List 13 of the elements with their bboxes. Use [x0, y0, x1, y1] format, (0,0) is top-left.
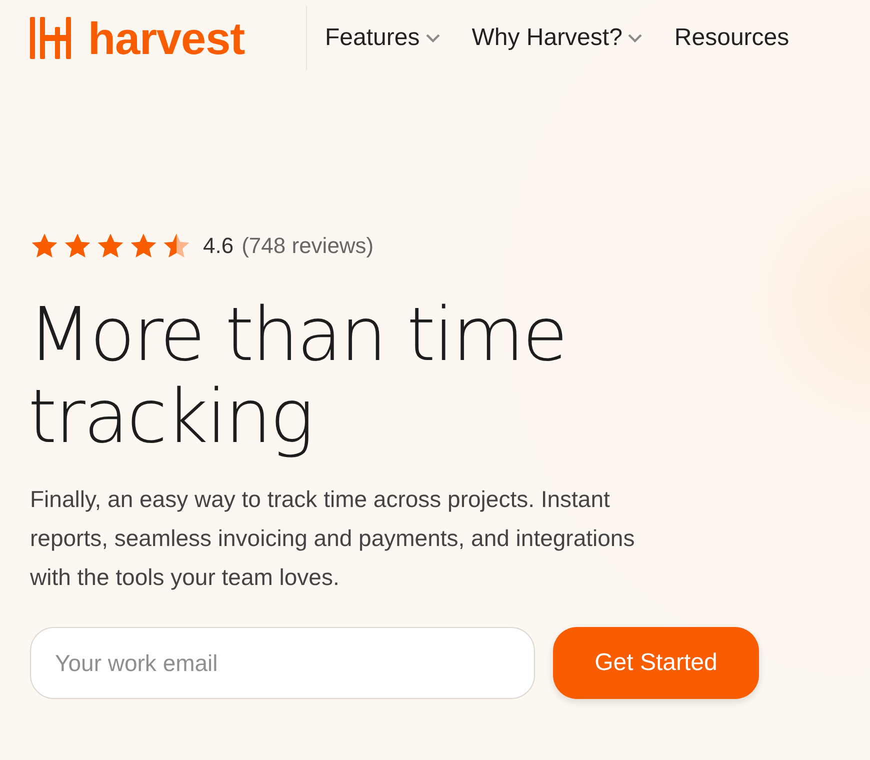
- nav-link[interactable]: Features: [325, 24, 442, 52]
- nav-link[interactable]: Resources: [674, 24, 790, 52]
- star-icon: [162, 232, 191, 260]
- review-count: (748 reviews): [242, 233, 374, 259]
- star-icon: [96, 232, 125, 260]
- hero-title: More than time tracking: [28, 294, 567, 458]
- star-icon: [63, 232, 92, 260]
- hero-description: Finally, an easy way to track time across projects. Instant reports, seamless invoicing and payments, and integrations with the tools your team loves.: [30, 485, 636, 592]
- nav-link[interactable]: Why Harvest?: [472, 24, 644, 52]
- star-icon: [30, 232, 59, 260]
- star-icon: [129, 232, 158, 260]
- email-field[interactable]: Your work email: [30, 627, 535, 699]
- rating-score: 4.6: [203, 233, 234, 259]
